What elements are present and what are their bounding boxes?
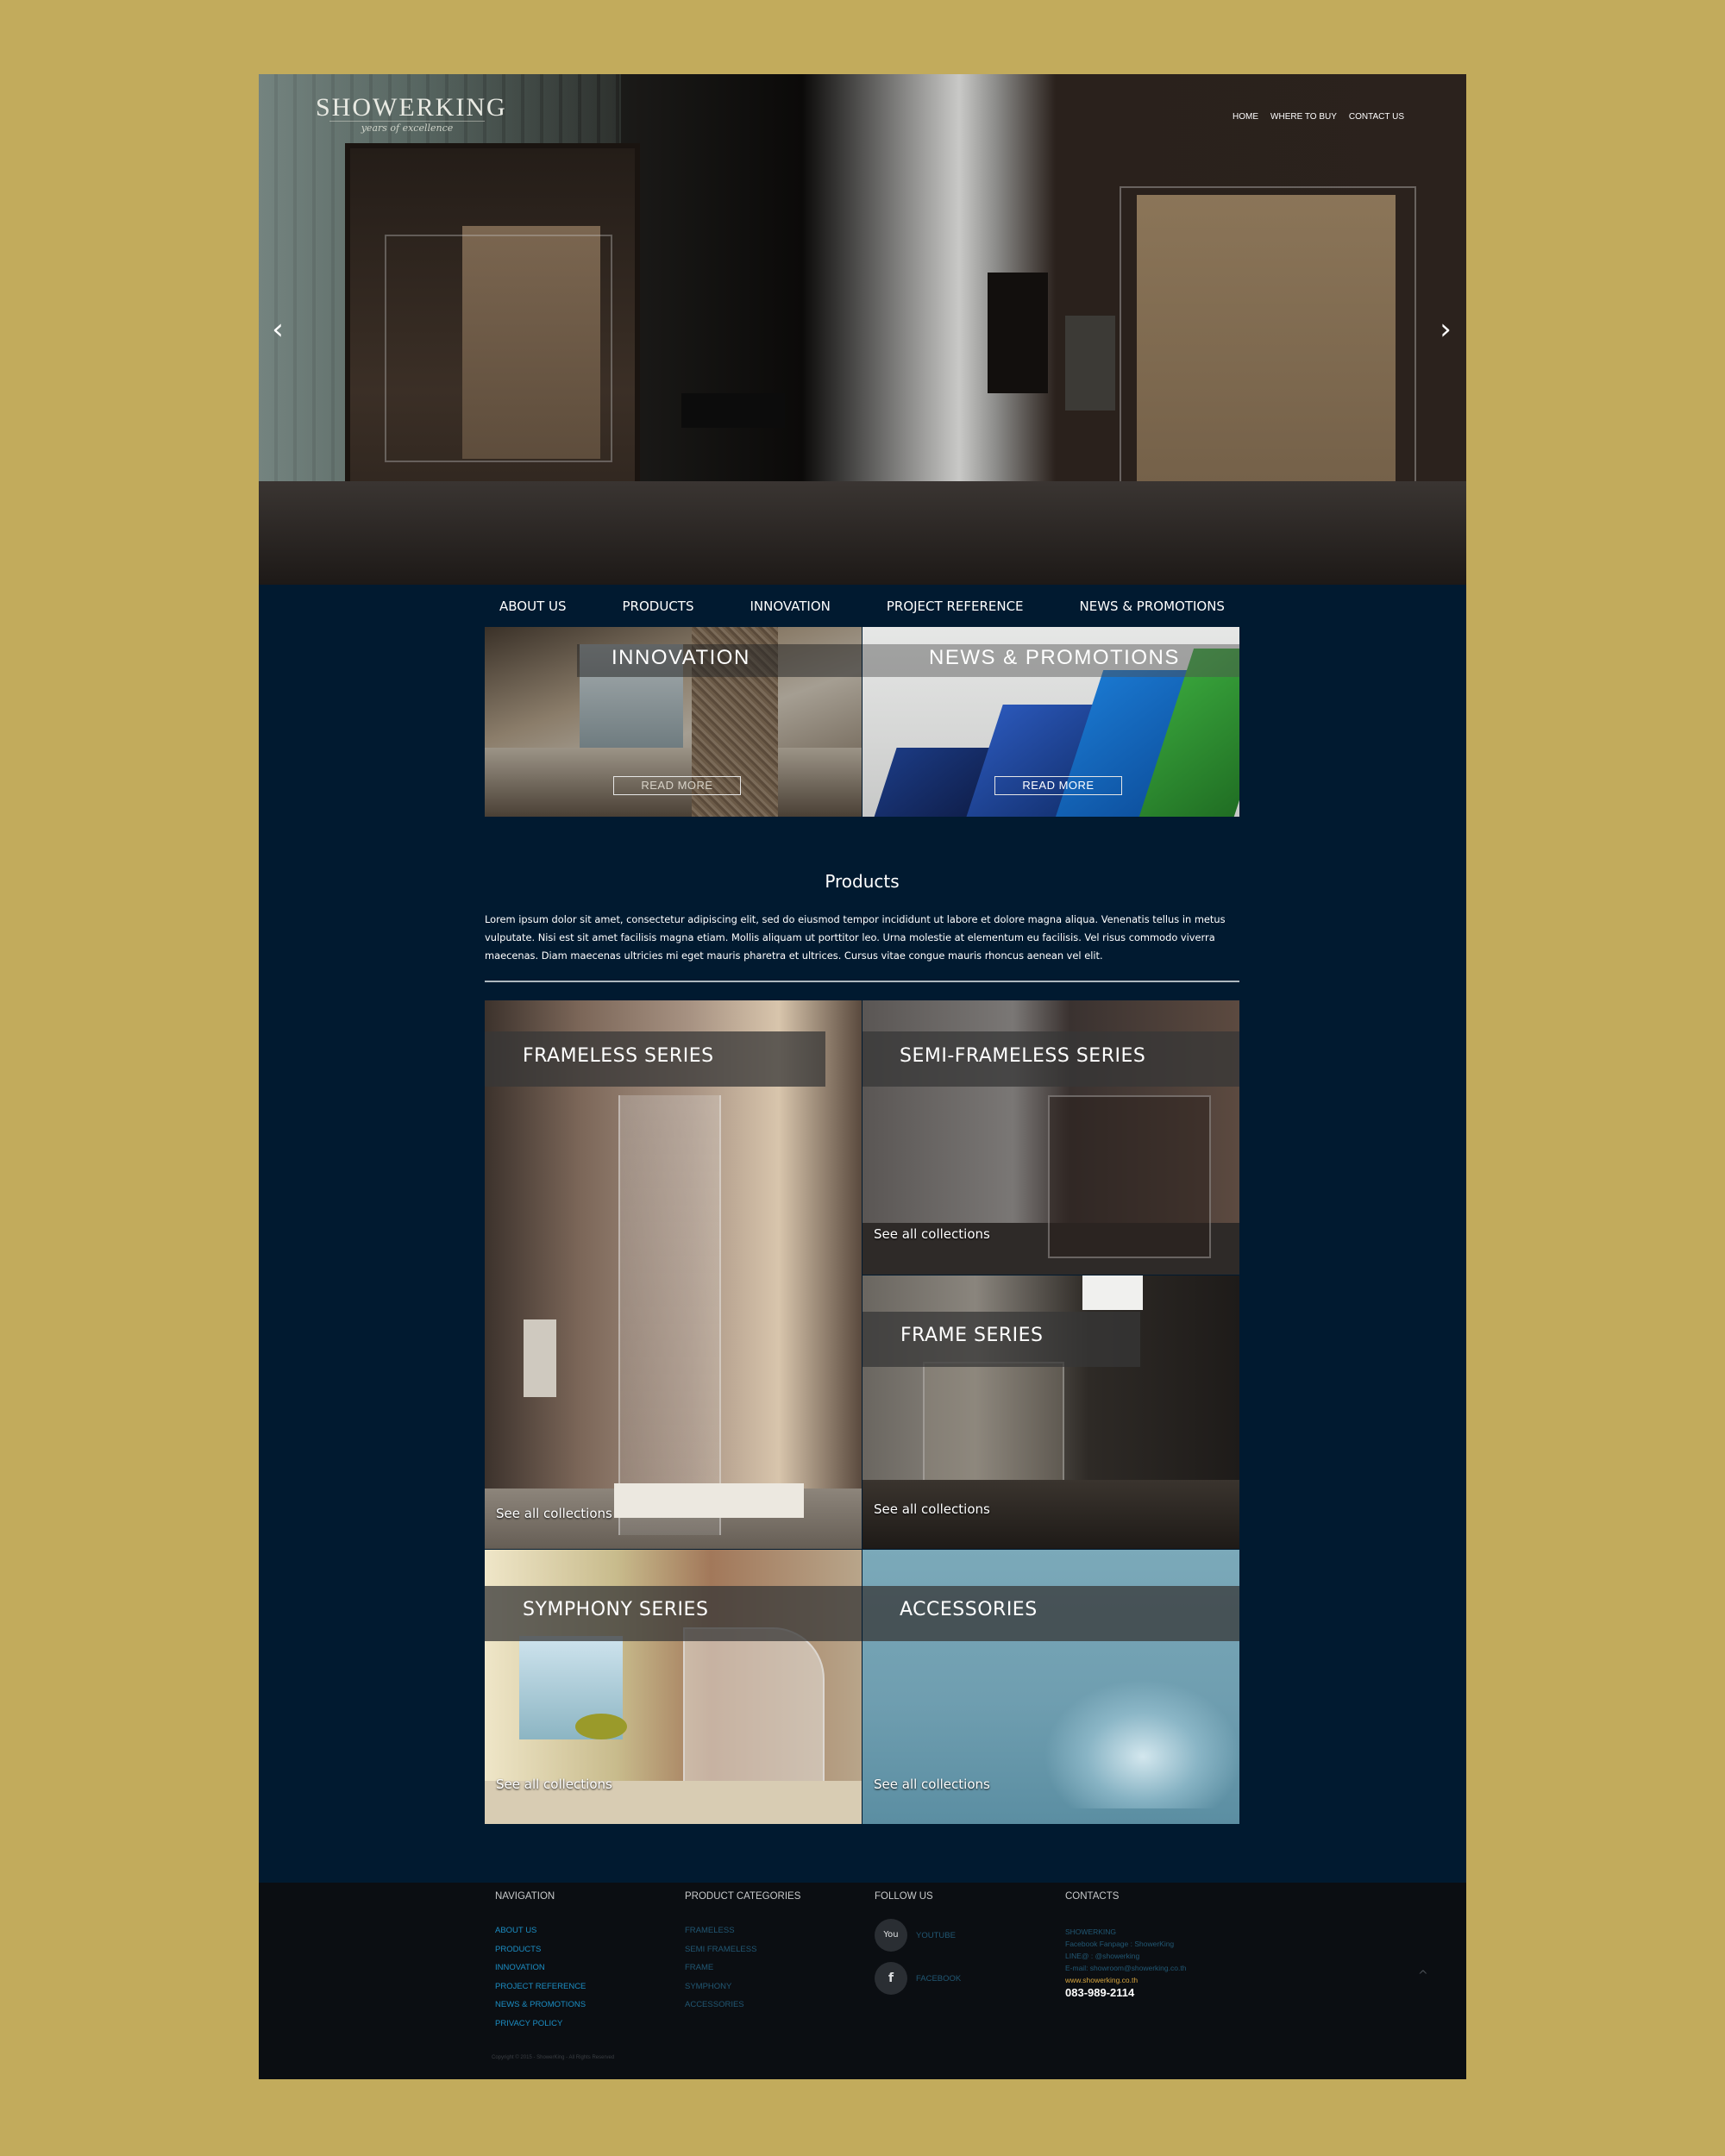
footer-link-products[interactable]: PRODUCTS	[495, 1945, 586, 1964]
main-nav-project-reference[interactable]: PROJECT REFERENCE	[872, 599, 1038, 614]
main-nav-products[interactable]: PRODUCTS	[608, 599, 709, 614]
top-nav-contact-us[interactable]: CONTACT US	[1349, 112, 1404, 122]
see-all-collections-link[interactable]: See all collections	[496, 1506, 612, 1521]
promo-news-promotions[interactable]: NEWS & PROMOTIONS READ MORE	[862, 627, 1239, 817]
hero-slider: SHOWERKING years of excellence HOME WHER…	[259, 74, 1466, 585]
chevron-left-icon[interactable]: ‹	[262, 314, 293, 345]
see-all-collections-link[interactable]: See all collections	[874, 1501, 990, 1517]
product-tile-frameless[interactable]: FRAMELESS SERIES See all collections	[485, 1000, 862, 1549]
top-nav: HOME WHERE TO BUY CONTACT US	[1233, 112, 1404, 122]
products-heading: Products	[825, 871, 900, 892]
read-more-button[interactable]: READ MORE	[613, 776, 741, 795]
water-splash	[1044, 1679, 1239, 1808]
product-tile-symphony[interactable]: SYMPHONY SERIES See all collections	[485, 1550, 862, 1824]
hero-basin	[681, 393, 785, 428]
footer-link-frameless[interactable]: FRAMELESS	[685, 1926, 800, 1945]
product-tile-title: ACCESSORIES	[900, 1599, 1038, 1620]
footer-product-categories: PRODUCT CATEGORIES FRAMELESS SEMI FRAMEL…	[685, 1891, 800, 2019]
product-tile-frame[interactable]: FRAME SERIES See all collections	[862, 1275, 1239, 1549]
footer-follow-us: FOLLOW US You YOUTUBE f FACEBOOK	[875, 1891, 961, 2000]
contact-facebook[interactable]: Facebook Fanpage : ShowerKing	[1065, 1938, 1186, 1950]
divider	[485, 981, 1239, 982]
contact-line[interactable]: LINE@ : @showerking	[1065, 1950, 1186, 1962]
main-nav: ABOUT US PRODUCTS INNOVATION PROJECT REF…	[485, 592, 1239, 621]
youtube-icon: You	[875, 1919, 907, 1952]
see-all-collections-link[interactable]: See all collections	[496, 1777, 612, 1792]
top-nav-home[interactable]: HOME	[1233, 112, 1258, 122]
footer-link-frame[interactable]: FRAME	[685, 1963, 800, 1982]
product-tile-semi-frameless[interactable]: SEMI-FRAMELESS SERIES See all collection…	[862, 1000, 1239, 1275]
main-nav-innovation[interactable]: INNOVATION	[735, 599, 844, 614]
product-tile-title: FRAME SERIES	[900, 1325, 1044, 1346]
facebook-label: FACEBOOK	[916, 1973, 962, 1984]
hero-niche	[988, 273, 1048, 393]
see-all-collections-link[interactable]: See all collections	[874, 1226, 990, 1242]
promo-innovation[interactable]: INNOVATION READ MORE	[485, 627, 862, 817]
contact-website[interactable]: www.showerking.co.th	[1065, 1974, 1186, 1986]
product-tile-title: FRAMELESS SERIES	[523, 1045, 714, 1067]
hero-towel	[1065, 316, 1115, 411]
product-tile-accessories[interactable]: ACCESSORIES See all collections	[862, 1550, 1239, 1824]
promo-title: INNOVATION	[612, 646, 750, 669]
footer-link-innovation[interactable]: INNOVATION	[495, 1963, 586, 1982]
contact-phone[interactable]: 083-989-2114	[1065, 1986, 1134, 1999]
logo[interactable]: SHOWERKING years of excellence	[316, 93, 505, 134]
footer-link-news-promotions[interactable]: NEWS & PROMOTIONS	[495, 2000, 586, 2019]
logo-tagline: years of excellence	[329, 121, 485, 134]
see-all-collections-link[interactable]: See all collections	[874, 1777, 990, 1792]
copyright: Copyright © 2015 - ShowerKing - All Righ…	[492, 2055, 615, 2060]
facebook-link[interactable]: f FACEBOOK	[875, 1957, 961, 2000]
product-tile-title: SEMI-FRAMELESS SERIES	[900, 1045, 1146, 1067]
main-nav-about-us[interactable]: ABOUT US	[485, 599, 581, 614]
footer-link-semi-frameless[interactable]: SEMI FRAMELESS	[685, 1945, 800, 1964]
page: SHOWERKING years of excellence HOME WHER…	[259, 74, 1466, 2079]
footer-link-project-reference[interactable]: PROJECT REFERENCE	[495, 1982, 586, 2001]
footer-link-symphony[interactable]: SYMPHONY	[685, 1982, 800, 2001]
top-nav-where-to-buy[interactable]: WHERE TO BUY	[1270, 112, 1337, 122]
footer-link-privacy-policy[interactable]: PRIVACY POLICY	[495, 2019, 586, 2038]
footer-link-accessories[interactable]: ACCESSORIES	[685, 2000, 800, 2019]
facebook-icon: f	[875, 1962, 907, 1995]
back-to-top-icon[interactable]: ^	[1418, 1969, 1428, 1983]
products-description: Lorem ipsum dolor sit amet, consectetur …	[485, 913, 1226, 962]
footer-contacts: CONTACTS SHOWERKING Facebook Fanpage : S…	[1065, 1891, 1186, 1986]
youtube-link[interactable]: You YOUTUBE	[875, 1914, 961, 1957]
contact-email[interactable]: E-mail: showroom@showerking.co.th	[1065, 1962, 1186, 1974]
footer-heading: CONTACTS	[1065, 1891, 1120, 1902]
footer: NAVIGATION ABOUT US PRODUCTS INNOVATION …	[259, 1883, 1466, 2079]
footer-heading: FOLLOW US	[875, 1891, 933, 1902]
footer-link-about-us[interactable]: ABOUT US	[495, 1926, 586, 1945]
contact-company: SHOWERKING	[1065, 1927, 1117, 1936]
promo-title: NEWS & PROMOTIONS	[929, 646, 1180, 669]
product-tile-title: SYMPHONY SERIES	[523, 1599, 709, 1620]
read-more-button[interactable]: READ MORE	[994, 776, 1122, 795]
chevron-right-icon[interactable]: ›	[1430, 314, 1461, 345]
logo-text: SHOWERKING	[316, 93, 507, 122]
youtube-label: YOUTUBE	[916, 1930, 956, 1940]
main-nav-news-promotions[interactable]: NEWS & PROMOTIONS	[1065, 599, 1239, 614]
footer-navigation: NAVIGATION ABOUT US PRODUCTS INNOVATION …	[495, 1891, 586, 2037]
footer-heading: PRODUCT CATEGORIES	[685, 1891, 801, 1902]
footer-heading: NAVIGATION	[495, 1891, 555, 1902]
hero-floor	[259, 481, 1466, 585]
